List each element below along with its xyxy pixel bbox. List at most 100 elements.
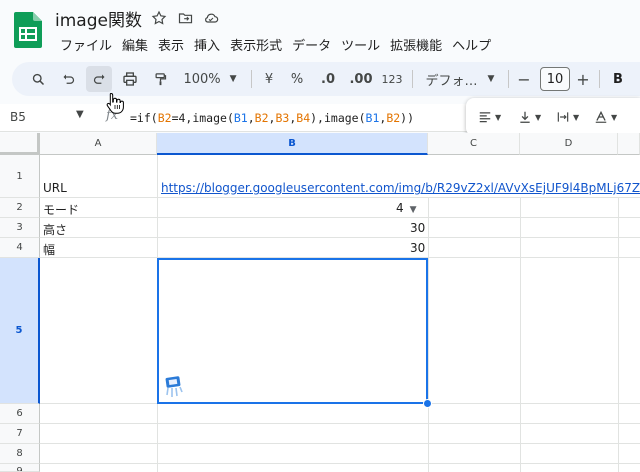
cell-b2-value: 4 [396,201,404,215]
chevron-down-icon[interactable]: ▼ [76,109,84,120]
menu-tools[interactable]: ツール [336,35,385,54]
row-header-6[interactable]: 6 [0,404,40,424]
gridline [40,197,640,198]
row-header-3[interactable]: 3 [0,218,40,238]
menu-extensions[interactable]: 拡張機能 [385,35,447,54]
document-title[interactable]: image関数 [55,6,142,31]
bold-button[interactable]: B [609,66,627,92]
cell-a3[interactable]: 高さ [43,221,67,238]
formula-cell-reference: B2 [254,111,269,125]
formula-text: )) [400,111,415,125]
gridline [428,198,429,472]
name-box[interactable]: B5 [10,110,26,124]
format-overflow-popup: ▼ ▼ ▼ ▼ [466,98,640,136]
column-header-c[interactable]: C [428,133,520,155]
print-icon[interactable] [118,66,142,92]
gridline [40,423,640,424]
horizontal-align-icon[interactable]: ▼ [478,108,501,126]
column-header-d[interactable]: D [520,133,618,155]
decrease-font-size-icon[interactable]: − [516,66,532,92]
number-format-button[interactable]: 123 [380,66,404,92]
cloud-saved-icon[interactable] [202,9,220,27]
increase-decimal-label: .00 [349,71,373,87]
chevron-down-icon: ▼ [487,74,495,84]
menu-insert[interactable]: 挿入 [189,35,225,54]
text-rotation-icon[interactable]: ▼ [594,108,617,126]
undo-icon[interactable] [56,66,80,92]
font-family-value: デフォ… [425,73,478,89]
gridline [40,237,640,238]
divider [251,70,252,88]
divider [599,70,600,88]
gridline [520,198,521,472]
paint-format-icon[interactable] [148,66,172,92]
row-header-4[interactable]: 4 [0,238,40,258]
menu-data[interactable]: データ [287,35,336,54]
formula-input[interactable]: =if(B2=4,image(B1,B2,B3,B4),image(B1,B2)… [130,111,414,125]
star-icon[interactable] [150,9,168,27]
row-header-1[interactable]: 1 [0,155,40,198]
decrease-decimal-label: .0 [321,71,335,87]
row-header-2[interactable]: 2 [0,198,40,218]
chevron-down-icon[interactable]: ▼ [410,205,417,215]
cell-b1-link[interactable]: https://blogger.googleusercontent.com/im… [161,181,640,195]
sheets-logo-icon[interactable] [14,12,42,48]
percent-format-button[interactable]: % [288,66,306,92]
formula-cell-reference: B1 [365,111,380,125]
vertical-align-icon[interactable]: ▼ [518,108,541,126]
row-header-9[interactable]: 9 [0,464,40,472]
gridline [618,198,619,472]
hand-cursor-icon [106,92,124,114]
row-header-8[interactable]: 8 [0,444,40,464]
gridline [40,217,640,218]
menu-help[interactable]: ヘルプ [447,35,496,54]
formula-cell-reference: B3 [275,111,290,125]
formula-cell-reference: B2 [386,111,401,125]
cell-a4[interactable]: 幅 [43,241,55,258]
cell-a2[interactable]: モード [43,201,79,218]
font-family-select[interactable]: デフォ… ▼ [420,66,500,92]
zoom-value: 100% [183,71,221,87]
row-header-5[interactable]: 5 [0,258,40,404]
row-header-7[interactable]: 7 [0,424,40,444]
divider [412,70,413,88]
column-header-b[interactable]: B [157,133,428,155]
divider [508,70,509,88]
select-all-corner[interactable] [0,133,40,155]
formula-cell-reference: B4 [296,111,311,125]
title-actions [150,9,220,27]
formula-cell-reference: B2 [157,111,172,125]
text-wrap-icon[interactable]: ▼ [556,108,579,126]
formula-text: =if( [130,111,158,125]
fill-handle[interactable] [423,399,432,408]
cell-b4[interactable]: 30 [410,241,425,255]
spreadsheet-grid[interactable]: A B C D 1 2 3 4 5 6 7 8 9 URL https://bl… [0,133,640,472]
toolbar: 100% ▼ ¥ % .0 .00 123 デフォ… ▼ − 10 + B [12,62,640,96]
cell-b3[interactable]: 30 [410,221,425,235]
menu-format[interactable]: 表示形式 [225,35,287,54]
chevron-down-icon: ▼ [229,74,237,84]
formula-text: =4,image( [171,111,234,125]
decrease-decimal-button[interactable]: .0 [316,66,340,92]
search-menus-icon[interactable] [26,66,50,92]
increase-font-size-icon[interactable]: + [575,66,591,92]
cell-a1[interactable]: URL [43,181,67,195]
column-header-a[interactable]: A [40,133,157,155]
formula-text: , [247,111,255,125]
cell-b2-dropdown[interactable]: 4 ▼ [396,201,417,215]
redo-icon[interactable] [86,66,112,92]
formula-cell-reference: B1 [233,111,248,125]
column-header-e[interactable] [618,133,640,155]
image-result-icon [165,376,183,397]
menu-edit[interactable]: 編集 [117,35,153,54]
move-folder-icon[interactable] [176,9,194,27]
increase-decimal-button[interactable]: .00 [348,66,374,92]
currency-format-button[interactable]: ¥ [260,66,278,92]
menu-view[interactable]: 表示 [153,35,189,54]
formula-text: ),image( [310,111,366,125]
menu-file[interactable]: ファイル [55,35,117,54]
active-cell-b5[interactable] [157,258,428,404]
menu-bar: ファイル 編集 表示 挿入 表示形式 データ ツール 拡張機能 ヘルプ [55,35,496,54]
zoom-select[interactable]: 100% ▼ [178,66,242,92]
font-size-input[interactable]: 10 [540,67,570,91]
